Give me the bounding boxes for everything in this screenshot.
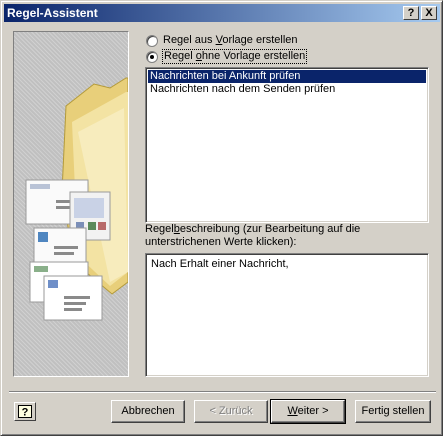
rule-description-label: Regelbeschreibung (zur Bearbeitung auf d… xyxy=(145,223,361,248)
title-bar[interactable]: Regel-Assistent ? X xyxy=(4,4,440,22)
back-button[interactable]: < Zurück xyxy=(194,400,268,423)
next-button[interactable]: Weiter > xyxy=(270,399,346,424)
wizard-illustration xyxy=(13,31,129,377)
radio-blank-rule-label: Regel ohne Vorlage erstellen xyxy=(161,49,308,64)
svg-text:?: ? xyxy=(22,407,29,419)
radio-blank-rule-circle[interactable] xyxy=(146,50,158,63)
help-title-button[interactable]: ? xyxy=(403,6,419,20)
close-button[interactable]: X xyxy=(421,6,437,20)
list-item-check-on-arrival[interactable]: Nachrichten bei Ankunft prüfen xyxy=(148,70,426,83)
rule-description-box[interactable]: Nach Erhalt einer Nachricht, xyxy=(145,253,429,377)
help-button[interactable]: ? xyxy=(14,402,36,421)
finish-button[interactable]: Fertig stellen xyxy=(355,400,431,423)
rule-description-text: Nach Erhalt einer Nachricht, xyxy=(151,258,289,270)
question-mark-icon: ? xyxy=(18,405,32,418)
radio-blank-rule[interactable]: Regel ohne Vorlage erstellen xyxy=(146,49,308,64)
radio-from-template-label: Regel aus Vorlage erstellen xyxy=(163,34,298,46)
window-title: Regel-Assistent xyxy=(7,6,98,20)
cancel-button[interactable]: Abbrechen xyxy=(111,400,185,423)
radio-from-template[interactable]: Regel aus Vorlage erstellen xyxy=(146,33,298,48)
rule-template-list[interactable]: Nachrichten bei Ankunft prüfen Nachricht… xyxy=(145,67,429,223)
folder-envelopes-illustration xyxy=(25,77,128,321)
list-item-check-after-sending[interactable]: Nachrichten nach dem Senden prüfen xyxy=(148,83,426,96)
rules-wizard-dialog: Regel-Assistent ? X Regel aus Vorlage er… xyxy=(0,0,443,436)
radio-from-template-circle[interactable] xyxy=(146,34,158,47)
button-separator xyxy=(9,391,436,393)
